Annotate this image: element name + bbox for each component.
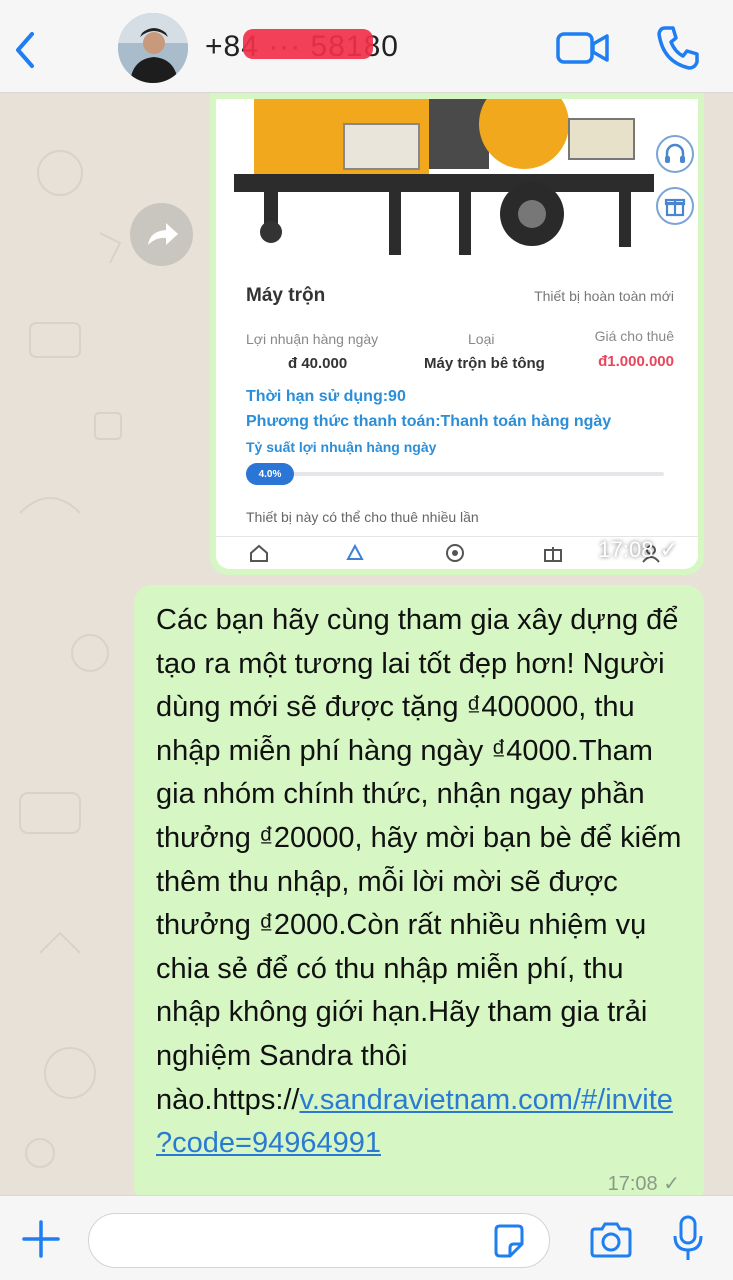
camera-icon[interactable] [588,1220,634,1260]
phone-call-icon[interactable] [655,22,701,72]
image-message-time: 17:08 ✓ [598,537,678,562]
forward-button[interactable] [130,203,193,266]
headset-icon[interactable] [656,135,694,173]
team-icon [446,544,464,562]
message-text: Các bạn hãy cùng tham gia xây dựng để tạ… [156,599,684,1166]
profit-rate-label: Tỷ suất lợi nhuận hàng ngày [246,439,437,455]
usage-period: Thời hạn sử dụng:90 [246,388,406,405]
contact-avatar[interactable] [118,13,188,83]
product-tag: Thiết bị hoàn toàn mới [534,288,674,304]
image-message-bubble[interactable]: Máy trộn Thiết bị hoàn toàn mới Lợi nhuậ… [210,93,704,575]
sticker-icon[interactable] [490,1222,528,1260]
video-call-icon[interactable] [555,28,611,68]
device-note: Thiết bị này có thể cho thuê nhiều lần [246,509,479,525]
profit-rate-progress: 4.0% [246,463,664,485]
type-label: Loại [468,331,495,347]
gift-icon[interactable] [656,187,694,225]
back-chevron-icon[interactable] [8,28,44,72]
product-title: Máy trộn [246,285,326,306]
chat-area[interactable]: Máy trộn Thiết bị hoàn toàn mới Lợi nhuậ… [0,93,733,1195]
gift-tab-icon [544,547,562,562]
recycle-icon [346,543,364,560]
app-screenshot-image[interactable]: Máy trộn Thiết bị hoàn toàn mới Lợi nhuậ… [216,99,698,569]
type-value: Máy trộn bê tông [424,355,545,372]
daily-profit-value: đ 40.000 [288,355,348,372]
chat-header: +84 ··· 58180 [0,0,733,93]
home-icon [250,544,268,562]
redaction-mark [243,29,373,59]
text-message-bubble[interactable]: Các bạn hãy cùng tham gia xây dựng để tạ… [134,585,704,1195]
text-message-time: 17:08 ✓ [607,1173,680,1195]
forward-icon [148,223,178,245]
rent-price-label: Giá cho thuê [594,328,674,344]
message-body: Các bạn hãy cùng tham gia xây dựng để tạ… [156,604,682,1116]
profit-rate-fill: 4.0% [246,463,294,485]
message-input[interactable] [88,1213,550,1268]
plus-icon[interactable] [20,1218,62,1260]
concrete-mixer-image [224,99,664,264]
daily-profit-label: Lợi nhuận hàng ngày [246,331,379,347]
composer-bar [0,1195,733,1280]
microphone-icon[interactable] [670,1214,706,1264]
rent-price-value: đ1.000.000 [598,353,674,370]
payment-method: Phương thức thanh toán:Thanh toán hàng n… [246,413,612,430]
